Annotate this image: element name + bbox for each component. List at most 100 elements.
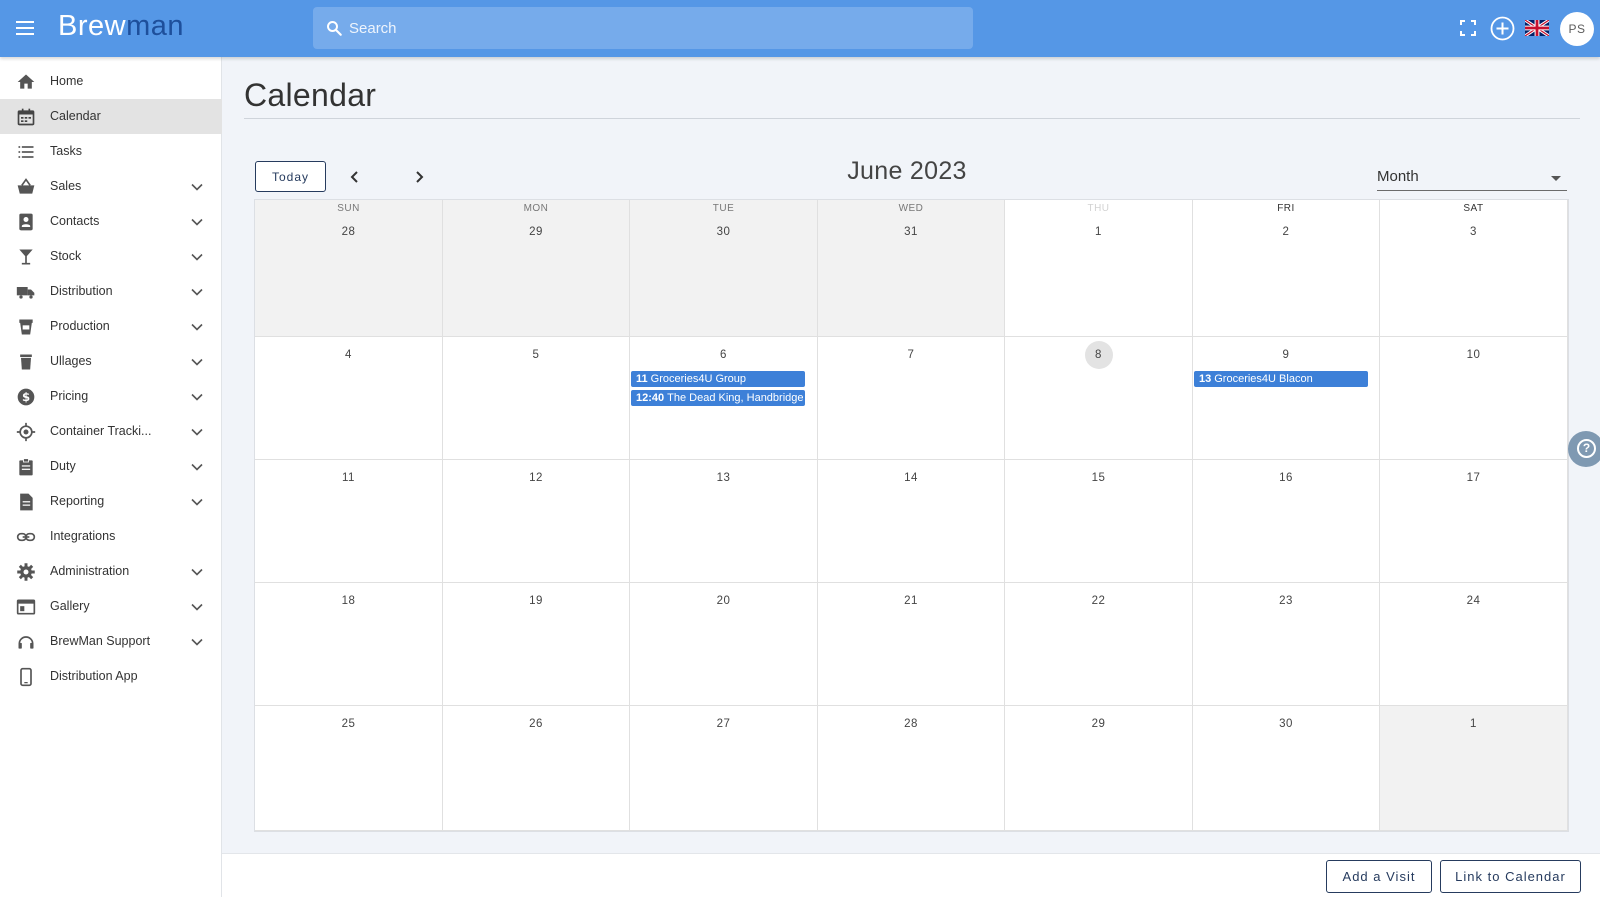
day-number[interactable]: 9 (1272, 341, 1300, 369)
day-number[interactable]: 15 (1085, 464, 1113, 492)
calendar-day-cell[interactable]: 6 11 Groceries4U Group 12:40 The Dead King, … (630, 337, 818, 460)
day-number[interactable]: 30 (1272, 710, 1300, 738)
day-number[interactable]: 26 (522, 710, 550, 738)
sidebar-item-distribution-app[interactable]: Distribution App (0, 659, 222, 694)
sidebar-item-home[interactable]: Home (0, 64, 222, 99)
day-number[interactable]: 11 (335, 464, 363, 492)
calendar-day-cell[interactable]: 26 (443, 706, 630, 831)
day-number[interactable]: 13 (710, 464, 738, 492)
day-number[interactable]: 19 (522, 587, 550, 615)
sidebar-item-brewman-support[interactable]: BrewMan Support (0, 624, 222, 659)
sidebar-item-gallery[interactable]: Gallery (0, 589, 222, 624)
calendar-day-cell[interactable]: 8 (1005, 337, 1193, 460)
day-number[interactable]: 23 (1272, 587, 1300, 615)
calendar-day-cell[interactable]: 24 (1380, 583, 1568, 706)
calendar-event[interactable]: 13 Groceries4U Blacon (1194, 371, 1368, 387)
day-number[interactable]: 22 (1085, 587, 1113, 615)
calendar-day-cell[interactable]: 15 (1005, 460, 1193, 583)
sidebar-item-container-tracking[interactable]: Container Tracki... (0, 414, 222, 449)
calendar-day-cell[interactable]: THU 1 (1005, 200, 1193, 337)
sidebar-item-calendar[interactable]: Calendar (0, 99, 222, 134)
calendar-day-cell[interactable]: 21 (818, 583, 1005, 706)
calendar-day-cell[interactable]: FRI 2 (1193, 200, 1380, 337)
day-number[interactable]: 20 (710, 587, 738, 615)
calendar-day-cell[interactable]: 22 (1005, 583, 1193, 706)
day-number[interactable]: 7 (897, 341, 925, 369)
day-number[interactable]: 31 (897, 218, 925, 246)
previous-month-icon[interactable] (344, 166, 366, 188)
calendar-day-cell[interactable]: MON 29 (443, 200, 630, 337)
today-day-number[interactable]: 8 (1084, 341, 1113, 369)
calendar-day-cell[interactable]: 16 (1193, 460, 1380, 583)
day-number[interactable]: 29 (1085, 710, 1113, 738)
uk-flag-icon[interactable] (1525, 20, 1549, 36)
day-number[interactable]: 27 (710, 710, 738, 738)
calendar-day-cell[interactable]: 18 (255, 583, 443, 706)
day-number[interactable]: 29 (522, 218, 550, 246)
sidebar-item-pricing[interactable]: $ Pricing (0, 379, 222, 414)
add-circle-icon[interactable] (1490, 16, 1515, 41)
day-number[interactable]: 25 (335, 710, 363, 738)
calendar-day-cell[interactable]: 27 (630, 706, 818, 831)
calendar-day-cell[interactable]: 20 (630, 583, 818, 706)
day-number[interactable]: 30 (710, 218, 738, 246)
calendar-day-cell[interactable]: 14 (818, 460, 1005, 583)
calendar-day-cell[interactable]: 12 (443, 460, 630, 583)
calendar-day-cell[interactable]: 9 13 Groceries4U Blacon (1193, 337, 1380, 460)
sidebar-item-distribution[interactable]: Distribution (0, 274, 222, 309)
sidebar-item-reporting[interactable]: Reporting (0, 484, 222, 519)
calendar-day-cell[interactable]: 1 (1380, 706, 1568, 831)
sidebar-item-stock[interactable]: Stock (0, 239, 222, 274)
calendar-day-cell[interactable]: SUN 28 (255, 200, 443, 337)
view-select[interactable]: Month (1377, 165, 1567, 191)
day-number[interactable]: 6 (710, 341, 738, 369)
day-number[interactable]: 14 (897, 464, 925, 492)
help-button[interactable]: ? (1568, 431, 1600, 467)
brewman-logo[interactable]: Brewman (58, 10, 184, 43)
user-avatar[interactable]: PS (1560, 12, 1594, 46)
calendar-day-cell[interactable]: 5 (443, 337, 630, 460)
calendar-day-cell[interactable]: 23 (1193, 583, 1380, 706)
day-number[interactable]: 17 (1460, 464, 1488, 492)
day-number[interactable]: 4 (335, 341, 363, 369)
fullscreen-icon[interactable] (1460, 20, 1476, 36)
calendar-day-cell[interactable]: 7 (818, 337, 1005, 460)
menu-icon[interactable] (16, 19, 36, 37)
search-input[interactable] (349, 7, 959, 49)
day-number[interactable]: 10 (1460, 341, 1488, 369)
calendar-day-cell[interactable]: 11 (255, 460, 443, 583)
calendar-day-cell[interactable]: SAT 3 (1380, 200, 1568, 337)
day-number[interactable]: 12 (522, 464, 550, 492)
calendar-day-cell[interactable]: TUE 30 (630, 200, 818, 337)
day-number[interactable]: 1 (1085, 218, 1113, 246)
sidebar-item-duty[interactable]: Duty (0, 449, 222, 484)
link-to-calendar-button[interactable]: Link to Calendar (1440, 860, 1581, 893)
calendar-day-cell[interactable]: 13 (630, 460, 818, 583)
day-number[interactable]: 24 (1460, 587, 1488, 615)
sidebar-item-administration[interactable]: Administration (0, 554, 222, 589)
calendar-day-cell[interactable]: 30 (1193, 706, 1380, 831)
day-number[interactable]: 2 (1272, 218, 1300, 246)
day-number[interactable]: 28 (897, 710, 925, 738)
sidebar-item-sales[interactable]: Sales (0, 169, 222, 204)
day-number[interactable]: 18 (335, 587, 363, 615)
calendar-day-cell[interactable]: 19 (443, 583, 630, 706)
day-number[interactable]: 5 (522, 341, 550, 369)
day-number[interactable]: 3 (1460, 218, 1488, 246)
calendar-day-cell[interactable]: 10 (1380, 337, 1568, 460)
calendar-day-cell[interactable]: 28 (818, 706, 1005, 831)
day-number[interactable]: 21 (897, 587, 925, 615)
calendar-event[interactable]: 11 Groceries4U Group (631, 371, 805, 387)
calendar-day-cell[interactable]: 25 (255, 706, 443, 831)
sidebar-item-integrations[interactable]: Integrations (0, 519, 222, 554)
calendar-day-cell[interactable]: WED 31 (818, 200, 1005, 337)
add-visit-button[interactable]: Add a Visit (1326, 860, 1432, 893)
sidebar-item-tasks[interactable]: Tasks (0, 134, 222, 169)
today-button[interactable]: Today (255, 161, 326, 192)
day-number[interactable]: 28 (335, 218, 363, 246)
next-month-icon[interactable] (408, 166, 430, 188)
calendar-day-cell[interactable]: 29 (1005, 706, 1193, 831)
calendar-day-cell[interactable]: 17 (1380, 460, 1568, 583)
day-number[interactable]: 16 (1272, 464, 1300, 492)
sidebar-item-production[interactable]: Production (0, 309, 222, 344)
